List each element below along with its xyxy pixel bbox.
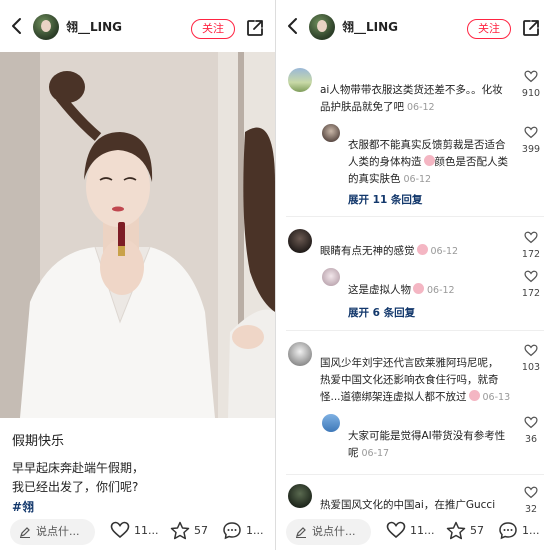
collect-count: 57 bbox=[194, 524, 208, 537]
comment-like-count: 36 bbox=[524, 434, 538, 445]
heart-icon bbox=[524, 270, 538, 283]
comment-date: 06-12 bbox=[403, 174, 432, 185]
star-icon bbox=[446, 521, 466, 540]
comment-date: 06-17 bbox=[361, 448, 390, 459]
commenter-avatar[interactable] bbox=[288, 68, 312, 92]
comment-input[interactable]: 说点什... bbox=[286, 519, 371, 545]
like-count: 11... bbox=[410, 523, 435, 537]
comment-like-button[interactable]: 172 bbox=[520, 229, 542, 260]
comment-text: ai人物带带衣服这类货还差不多。。化妆 品护肤品就免了吧 06-12 bbox=[320, 84, 503, 113]
commenter-avatar[interactable] bbox=[322, 268, 340, 286]
commenter-avatar[interactable] bbox=[288, 484, 312, 508]
like-button[interactable]: 11... bbox=[386, 521, 435, 539]
comment-text: 衣服都不能真实反馈剪裁是否适合 人类的身体构造 颜色是否配人类 的真实肤色 06-1… bbox=[348, 139, 508, 185]
commenter-avatar[interactable] bbox=[288, 229, 312, 253]
comment-input-placeholder: 说点什... bbox=[36, 525, 80, 538]
expand-replies-button[interactable]: 展开 6 条回复 bbox=[348, 305, 415, 320]
like-button[interactable]: 11... bbox=[110, 521, 159, 539]
divider bbox=[286, 216, 544, 217]
author-name[interactable]: 翎__LING bbox=[342, 18, 398, 35]
post-photo-illustration bbox=[0, 52, 275, 418]
engagement-bar: 说点什... 11... 57 1... bbox=[276, 515, 550, 550]
comment-bubble-icon bbox=[223, 522, 241, 540]
share-icon[interactable] bbox=[246, 19, 264, 37]
caption-line: 我已经出发了，你们呢? bbox=[12, 480, 139, 494]
caption-line: 早早起床奔赴端午假期， bbox=[12, 461, 145, 475]
comment-like-count: 399 bbox=[521, 144, 541, 155]
comment-input-placeholder: 说点什... bbox=[312, 525, 356, 538]
comment-button[interactable]: 1... bbox=[222, 521, 264, 540]
commenter-avatar[interactable] bbox=[288, 342, 312, 366]
heart-icon bbox=[524, 70, 538, 83]
post-panel: 翎__LING 关注 假期快乐 早早起床奔赴端午假期， 我已经出发了，你们呢? … bbox=[0, 0, 275, 550]
comment-input[interactable]: 说点什... bbox=[10, 519, 95, 545]
comment-like-count: 172 bbox=[521, 249, 541, 260]
pig-emoji-icon bbox=[416, 244, 428, 255]
commenter-avatar[interactable] bbox=[322, 414, 340, 432]
author-name[interactable]: 翎__LING bbox=[66, 18, 122, 35]
pencil-icon bbox=[20, 527, 30, 538]
divider bbox=[286, 474, 544, 475]
comment-like-count: 32 bbox=[524, 504, 538, 515]
back-icon[interactable] bbox=[284, 16, 302, 36]
top-bar: 翎__LING 关注 bbox=[0, 0, 275, 52]
comment-like-count: 103 bbox=[521, 362, 541, 373]
post-photo[interactable] bbox=[0, 52, 275, 418]
pencil-icon bbox=[296, 527, 306, 538]
heart-icon bbox=[524, 126, 538, 139]
comment-text: 眼睛有点无神的感觉 06-12 bbox=[320, 244, 459, 257]
hashtag-link[interactable]: #翎 bbox=[12, 497, 267, 517]
commenter-avatar[interactable] bbox=[322, 124, 340, 142]
back-icon[interactable] bbox=[8, 16, 26, 36]
heart-icon bbox=[524, 416, 538, 429]
collect-button[interactable]: 57 bbox=[170, 521, 208, 540]
comment-like-button[interactable]: 172 bbox=[520, 268, 542, 299]
divider bbox=[286, 330, 544, 331]
comment-date: 06-12 bbox=[427, 285, 455, 296]
heart-icon bbox=[110, 521, 130, 539]
comment-count: 1... bbox=[522, 524, 540, 537]
share-icon[interactable] bbox=[522, 19, 540, 37]
comment-like-button[interactable]: 32 bbox=[520, 484, 542, 515]
comment-bubble-icon bbox=[499, 522, 517, 540]
author-avatar[interactable] bbox=[33, 14, 59, 40]
comment-text: 这是虚拟人物 06-12 bbox=[348, 283, 455, 296]
engagement-bar: 说点什... 11... 57 1... bbox=[0, 515, 275, 550]
heart-icon bbox=[524, 231, 538, 244]
comment-text: 热爱国风文化的中国ai，在推广Gucci bbox=[320, 499, 496, 511]
expand-replies-button[interactable]: 展开 11 条回复 bbox=[348, 192, 422, 207]
comment-like-count: 172 bbox=[521, 288, 541, 299]
comment-like-button[interactable]: 36 bbox=[520, 414, 542, 445]
follow-button[interactable]: 关注 bbox=[191, 19, 235, 39]
comment-date: 06-12 bbox=[407, 102, 435, 113]
comment-like-button[interactable]: 399 bbox=[520, 124, 542, 155]
pig-emoji-icon bbox=[423, 155, 435, 166]
pig-emoji-icon bbox=[413, 283, 424, 294]
top-bar: 翎__LING 关注 bbox=[276, 0, 550, 52]
heart-icon bbox=[386, 521, 406, 539]
comment-count: 1... bbox=[246, 524, 264, 537]
comment-button[interactable]: 1... bbox=[498, 521, 540, 540]
heart-icon bbox=[524, 344, 538, 357]
comment-like-button[interactable]: 910 bbox=[520, 68, 542, 99]
heart-icon bbox=[524, 486, 538, 499]
author-avatar[interactable] bbox=[309, 14, 335, 40]
comment-date: 06-13 bbox=[482, 392, 511, 403]
comment-like-button[interactable]: 103 bbox=[520, 342, 542, 373]
star-icon bbox=[170, 521, 190, 540]
collect-button[interactable]: 57 bbox=[446, 521, 484, 540]
like-count: 11... bbox=[134, 523, 159, 537]
comment-text: 国风少年刘宇还代言欧莱雅阿玛尼呢， 热爱中国文化还影响衣食住行吗，就奇 怪...… bbox=[320, 357, 511, 403]
post-caption: 假期快乐 早早起床奔赴端午假期， 我已经出发了，你们呢? #翎 bbox=[12, 430, 267, 517]
collect-count: 57 bbox=[470, 524, 484, 537]
comments-panel: 翎__LING 关注 ai人物带带衣服这类货还差不多。。化妆 品护肤品就免了吧 0… bbox=[275, 0, 550, 550]
follow-button[interactable]: 关注 bbox=[467, 19, 511, 39]
post-title: 假期快乐 bbox=[12, 434, 65, 449]
comment-like-count: 910 bbox=[521, 88, 541, 99]
comment-date: 06-12 bbox=[430, 246, 459, 257]
comment-text: 大家可能是觉得AI带货没有参考性 呢 06-17 bbox=[348, 430, 506, 459]
pig-emoji-icon bbox=[468, 390, 480, 401]
